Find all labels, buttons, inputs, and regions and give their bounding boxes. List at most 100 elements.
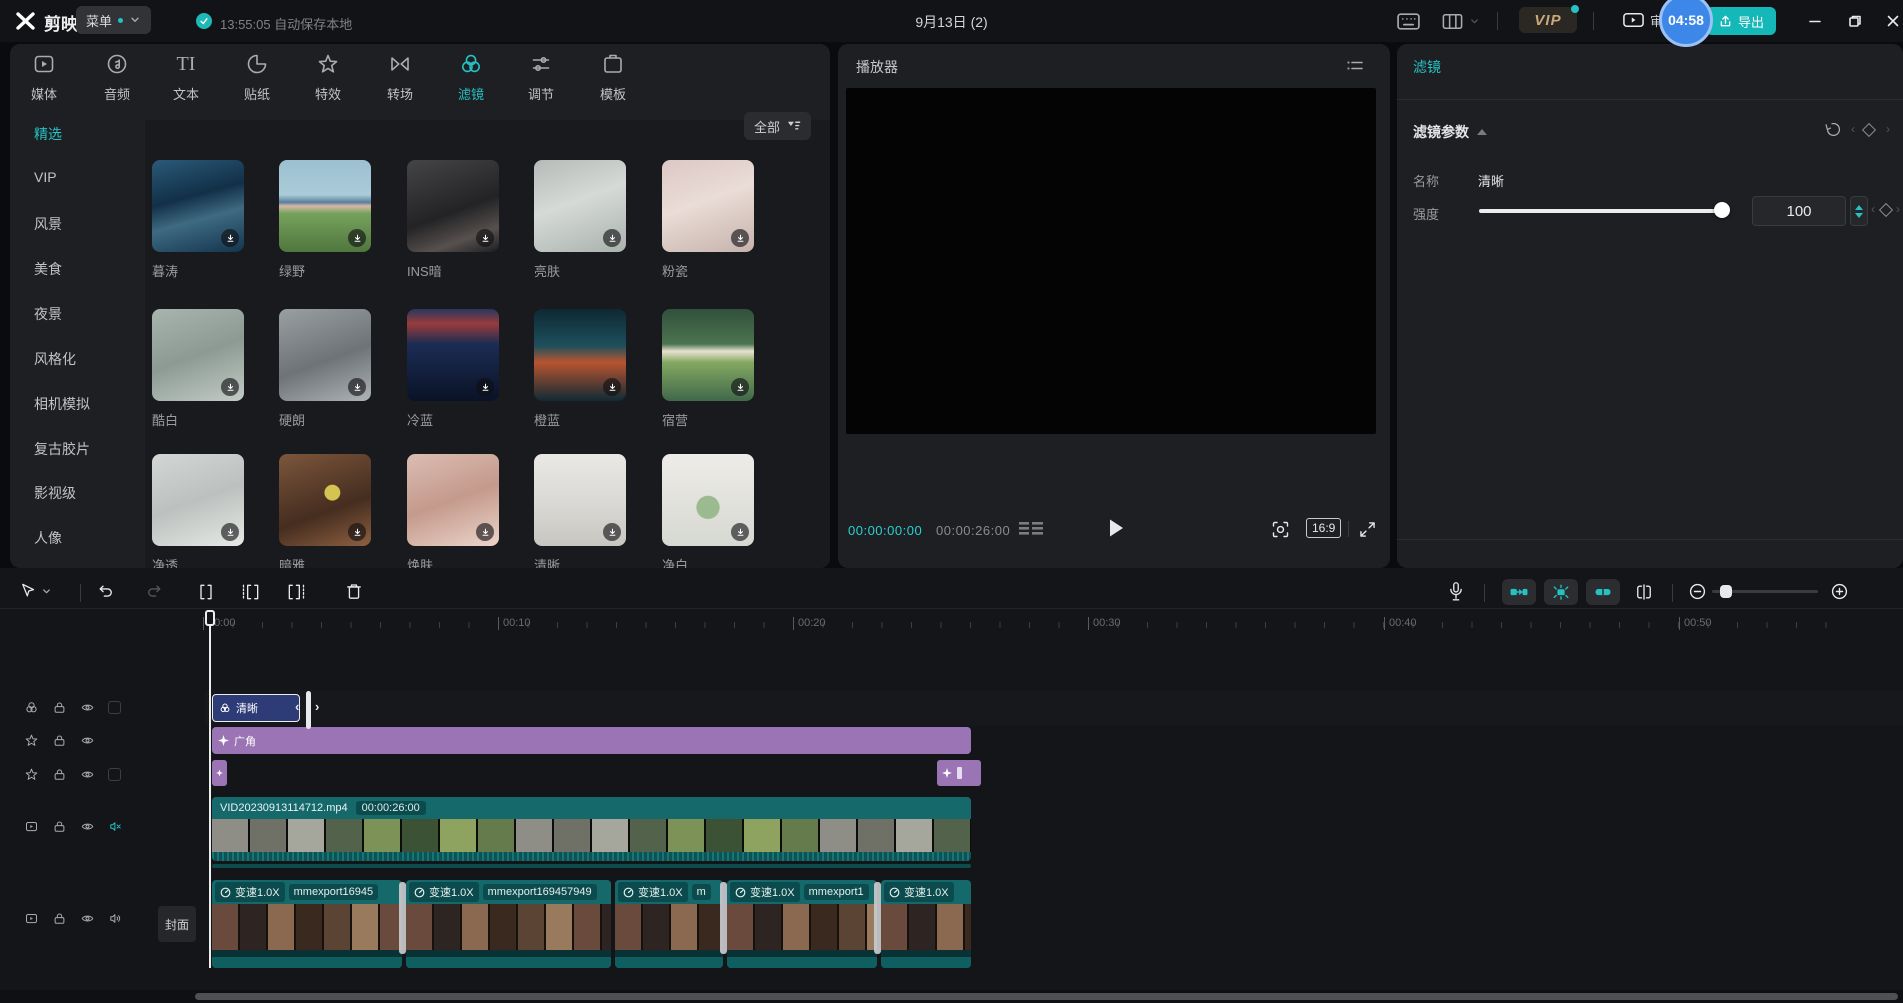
lock-icon[interactable] [52, 911, 67, 926]
filter-thumbnail[interactable] [407, 160, 499, 252]
transition-handle[interactable] [874, 882, 881, 954]
export-button[interactable]: 导出 [1706, 7, 1776, 35]
keyframe-next-icon[interactable]: › [1896, 202, 1900, 216]
menu-button[interactable]: 菜单 [76, 6, 151, 34]
speed-clip[interactable]: 变速1.0Xm [615, 880, 723, 968]
cover-button[interactable]: 封面 [158, 906, 196, 942]
play-button[interactable] [1106, 517, 1126, 539]
tab-effects[interactable]: 特效 [296, 52, 360, 103]
collapsed-track-strip[interactable] [212, 864, 971, 868]
lock-icon[interactable] [52, 819, 67, 834]
keyframe-prev-icon[interactable]: ‹ [1851, 122, 1855, 136]
zoom-out-button[interactable] [1688, 582, 1707, 601]
restore-button[interactable] [1844, 10, 1866, 32]
filter-thumbnail[interactable] [152, 454, 244, 546]
speaker-icon[interactable] [108, 911, 123, 926]
video-viewport[interactable] [846, 88, 1376, 434]
scrollbar-thumb[interactable] [195, 993, 1898, 1000]
transition-handle[interactable] [399, 882, 406, 954]
frame-list-icon[interactable] [1018, 521, 1044, 538]
video-clip[interactable]: VID20230913114712.mp4 00:00:26:00 [212, 797, 971, 861]
category-portrait[interactable]: 人像 [34, 528, 62, 548]
select-tool-button[interactable] [18, 582, 52, 601]
video-track-icon[interactable] [24, 911, 39, 926]
tab-media[interactable]: 媒体 [12, 52, 76, 103]
tab-templates[interactable]: 模板 [581, 52, 645, 103]
trim-handle[interactable] [306, 691, 311, 729]
category-camera-sim[interactable]: 相机模拟 [34, 394, 90, 414]
lock-icon[interactable] [52, 733, 67, 748]
filter-all-dropdown[interactable]: 全部 [744, 112, 811, 140]
tab-adjust[interactable]: 调节 [509, 52, 573, 103]
aspect-ratio-button[interactable]: 16:9 [1306, 518, 1341, 538]
track-checkbox[interactable] [108, 768, 121, 781]
filter-track-icon[interactable] [24, 700, 39, 715]
review-button[interactable]: 审 [1622, 10, 1663, 31]
filter-thumbnail[interactable] [662, 309, 754, 401]
keyframe-next-icon[interactable]: › [1886, 122, 1890, 136]
fullscreen-icon[interactable] [1357, 519, 1378, 540]
focus-frame-icon[interactable] [1270, 519, 1291, 540]
filter-thumbnail[interactable] [152, 309, 244, 401]
lock-icon[interactable] [52, 700, 67, 715]
track-checkbox[interactable] [108, 701, 121, 714]
trim-right-arrow-icon[interactable]: › [315, 699, 319, 714]
keyframe-prev-icon[interactable]: ‹ [1871, 202, 1875, 216]
mute-speaker-icon[interactable] [108, 819, 123, 834]
filter-thumbnail[interactable] [534, 454, 626, 546]
timeline-zoom-slider-handle[interactable] [1720, 585, 1732, 598]
category-featured[interactable]: 精选 [34, 124, 62, 144]
vip-button[interactable]: VIP [1519, 7, 1577, 33]
category-landscape[interactable]: 风景 [34, 214, 62, 234]
transition-handle[interactable] [720, 882, 727, 954]
filter-thumbnail[interactable] [279, 160, 371, 252]
strength-stepper[interactable] [1850, 196, 1868, 226]
redo-button[interactable] [144, 582, 164, 602]
tab-sticker[interactable]: 贴纸 [225, 52, 289, 103]
category-night[interactable]: 夜景 [34, 304, 62, 324]
preview-axis-toggle[interactable] [1634, 582, 1654, 602]
eye-icon[interactable] [80, 911, 95, 926]
playhead-handle[interactable] [205, 610, 215, 626]
strength-slider-track[interactable] [1479, 209, 1729, 213]
effect-track-icon[interactable] [24, 733, 39, 748]
filter-thumbnail[interactable] [407, 309, 499, 401]
filter-thumbnail[interactable] [152, 160, 244, 252]
category-retro-film[interactable]: 复古胶片 [34, 439, 90, 459]
speed-clip[interactable]: 变速1.0Xmmexport169457949 [406, 880, 611, 968]
player-menu-icon[interactable] [1346, 59, 1364, 73]
category-cinematic[interactable]: 影视级 [34, 483, 76, 503]
category-vip[interactable]: VIP [34, 169, 57, 185]
link-clips-toggle[interactable] [1586, 579, 1620, 605]
lock-icon[interactable] [52, 767, 67, 782]
strength-value-input[interactable]: 100 [1752, 196, 1846, 226]
speed-clip[interactable]: 变速1.0Xmmexport16945 [212, 880, 402, 968]
eye-icon[interactable] [80, 767, 95, 782]
effect-clip-fragment[interactable] [212, 760, 227, 786]
strength-slider-handle[interactable] [1714, 202, 1730, 218]
playhead-line[interactable] [209, 626, 211, 968]
effect-clip-fragment[interactable] [937, 760, 981, 786]
speed-clip[interactable]: 变速1.0X [881, 880, 971, 968]
filter-thumbnail[interactable] [279, 309, 371, 401]
filter-params-section-header[interactable]: 滤镜参数 [1413, 122, 1487, 142]
stepper-down-icon[interactable] [1855, 213, 1863, 218]
eye-icon[interactable] [80, 733, 95, 748]
reset-params-button[interactable] [1824, 120, 1843, 139]
split-delete-right-button[interactable] [286, 582, 306, 602]
tab-filters[interactable]: 滤镜 [439, 52, 503, 103]
effect-track-icon[interactable] [24, 767, 39, 782]
minimize-button[interactable] [1804, 10, 1826, 32]
eye-icon[interactable] [80, 819, 95, 834]
tab-text[interactable]: TI 文本 [154, 52, 218, 103]
filter-thumbnail[interactable] [534, 160, 626, 252]
filter-thumbnail[interactable] [662, 454, 754, 546]
category-food[interactable]: 美食 [34, 259, 62, 279]
tab-transitions[interactable]: 转场 [368, 52, 432, 103]
trim-left-arrow-icon[interactable]: ‹ [295, 699, 299, 714]
filter-thumbnail[interactable] [534, 309, 626, 401]
video-track-icon[interactable] [24, 819, 39, 834]
filter-thumbnail[interactable] [279, 454, 371, 546]
auto-snap-toggle[interactable] [1502, 579, 1536, 605]
effect-clip-wide-angle[interactable]: 广角 [212, 727, 971, 754]
